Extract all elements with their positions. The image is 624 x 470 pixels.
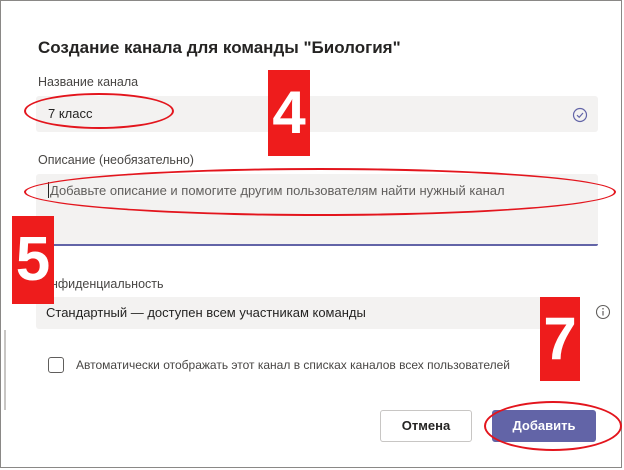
cancel-button[interactable]: Отмена [380,410,472,442]
description-focus-underline [36,244,598,246]
step-badge-7: 7 [540,297,580,381]
info-icon[interactable] [595,304,611,320]
privacy-select[interactable]: Стандартный — доступен всем участникам к… [36,297,580,329]
privacy-value: Стандартный — доступен всем участникам к… [46,305,366,320]
privacy-label: онфиденциальность [44,277,164,291]
text-caret [48,182,49,198]
channel-name-field[interactable]: 7 класс [36,96,598,132]
step-badge-4: 4 [268,70,310,156]
add-button[interactable]: Добавить [492,410,596,442]
channel-name-value: 7 класс [48,106,93,121]
background-window-edge [4,330,6,410]
channel-name-label: Название канала [38,75,139,89]
auto-show-label: Автоматически отображать этот канал в сп… [76,358,510,372]
description-label: Описание (необязательно) [38,153,194,167]
step-badge-5: 5 [12,216,54,304]
check-circle-icon [572,107,588,123]
dialog-title: Создание канала для команды "Биология" [38,38,401,57]
auto-show-checkbox[interactable] [48,357,64,373]
description-textarea[interactable]: Добавьте описание и помогите другим поль… [36,174,598,246]
description-placeholder: Добавьте описание и помогите другим поль… [50,183,505,198]
